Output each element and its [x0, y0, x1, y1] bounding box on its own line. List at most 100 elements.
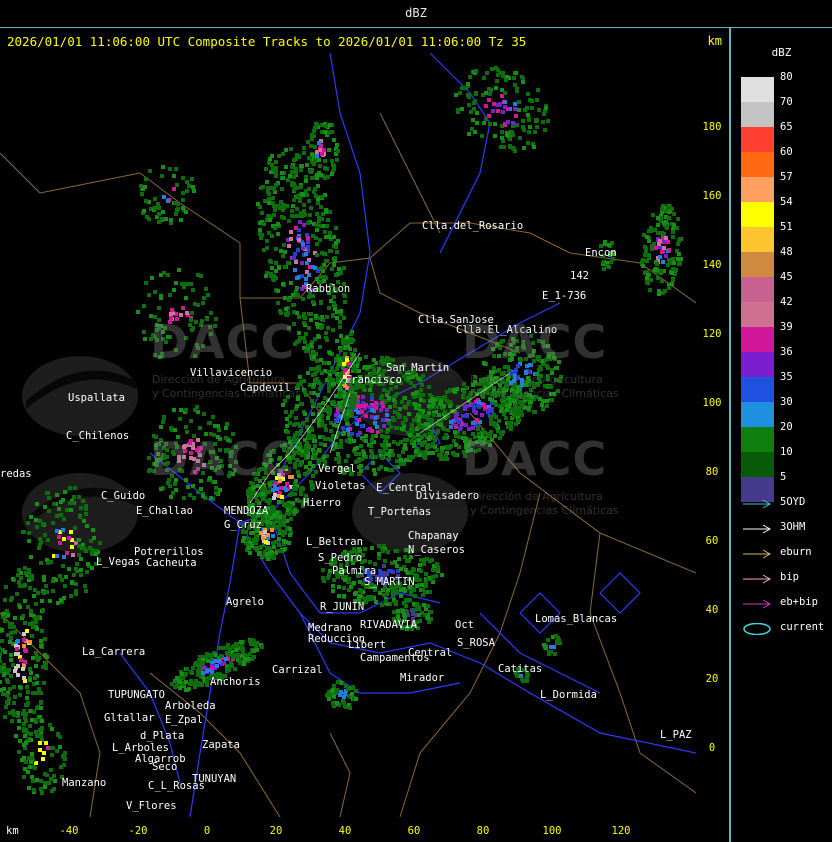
echo-cell	[298, 432, 302, 436]
echo-cell	[418, 563, 422, 567]
echo-cell	[278, 515, 282, 519]
echo-cell	[434, 405, 438, 409]
echo-cell	[29, 732, 33, 736]
echo-cell	[341, 356, 345, 360]
echo-cell	[324, 208, 328, 212]
echo-cell	[490, 409, 494, 413]
place-label-rivadavia: RIVADAVIA	[360, 619, 418, 631]
echo-cell	[457, 445, 461, 449]
echo-cell	[218, 488, 222, 492]
echo-cell	[276, 301, 280, 305]
echo-cell	[306, 140, 310, 144]
echo-cell	[665, 226, 669, 230]
echo-cell	[169, 495, 173, 499]
echo-cell	[363, 365, 367, 369]
echo-cell	[427, 411, 431, 415]
echo-cell	[470, 127, 474, 131]
echo-cell	[243, 657, 247, 661]
echo-cell	[34, 651, 38, 655]
echo-cell	[373, 421, 377, 425]
echo-cell	[192, 496, 196, 500]
echo-cell	[414, 449, 418, 453]
echo-cell	[266, 557, 270, 561]
legend-label-35: 35	[780, 371, 793, 383]
echo-cell	[299, 380, 303, 384]
echo-cell	[153, 290, 157, 294]
echo-cell	[295, 404, 299, 408]
echo-cell	[24, 719, 28, 723]
echo-cell	[319, 326, 323, 330]
echo-cell	[55, 529, 59, 533]
echo-cell	[205, 669, 209, 673]
echo-cell	[643, 253, 647, 257]
echo-cell	[292, 310, 296, 314]
echo-cell	[408, 598, 412, 602]
echo-cell	[272, 204, 276, 208]
radar-map[interactable]: Clla.del_Rosario Encon E_1-736 Clla.SanJose…	[0, 53, 696, 817]
echo-cell	[297, 499, 301, 503]
echo-cell	[287, 298, 291, 302]
echo-cell	[43, 505, 47, 509]
echo-cell	[409, 571, 413, 575]
echo-cell	[403, 555, 407, 559]
echo-cell	[323, 275, 327, 279]
echo-cell	[23, 660, 27, 664]
echo-cell	[300, 214, 304, 218]
echo-cell	[526, 141, 530, 145]
echo-cell	[482, 76, 486, 80]
echo-cell	[69, 508, 73, 512]
echo-cell	[502, 145, 506, 149]
echo-cell	[172, 174, 176, 178]
echo-cell	[216, 424, 220, 428]
echo-cell	[191, 185, 195, 189]
echo-cell	[313, 444, 317, 448]
echo-cell	[418, 453, 422, 457]
echo-cell	[88, 546, 92, 550]
echo-cell	[543, 645, 547, 649]
echo-cell	[189, 419, 193, 423]
echo-cell	[342, 316, 346, 320]
echo-cell	[22, 676, 26, 680]
place-label-uspallata: Uspallata	[68, 392, 125, 404]
echo-cell	[302, 336, 306, 340]
echo-cell	[328, 351, 332, 355]
echo-cell	[13, 669, 17, 673]
echo-cell	[370, 451, 374, 455]
echo-cell	[288, 533, 292, 537]
echo-cell	[299, 460, 303, 464]
right-axis-tick: 80	[706, 466, 719, 478]
echo-cell	[225, 422, 229, 426]
echo-cell	[493, 122, 497, 126]
echo-cell	[40, 719, 44, 723]
legend-swatch-48	[741, 252, 774, 277]
echo-cell	[276, 232, 280, 236]
echo-cell	[336, 149, 340, 153]
echo-cell	[506, 107, 510, 111]
echo-cell	[359, 469, 363, 473]
echo-cell	[341, 426, 345, 430]
echo-cell	[299, 168, 303, 172]
echo-cell	[159, 425, 163, 429]
echo-cell	[503, 91, 507, 95]
echo-cell	[371, 364, 375, 368]
echo-cell	[308, 383, 312, 387]
echo-cell	[29, 609, 33, 613]
echo-cell	[58, 541, 62, 545]
place-label-san-martin: San_Martin	[386, 362, 449, 374]
echo-cell	[231, 645, 235, 649]
echo-cell	[399, 440, 403, 444]
echo-cell	[199, 274, 203, 278]
echo-cell	[664, 236, 668, 240]
echo-cell	[224, 426, 228, 430]
echo-cell	[453, 453, 457, 457]
echo-cell	[181, 306, 185, 310]
echo-cell	[464, 423, 468, 427]
echo-cell	[467, 427, 471, 431]
place-label-e-challao: E_Challao	[136, 505, 193, 517]
echo-cell	[271, 167, 275, 171]
place-label-s-rosa: S_ROSA	[457, 637, 496, 649]
echo-cell	[433, 438, 437, 442]
echo-cell	[330, 159, 334, 163]
echo-cell	[676, 257, 680, 261]
echo-cell	[356, 410, 360, 414]
